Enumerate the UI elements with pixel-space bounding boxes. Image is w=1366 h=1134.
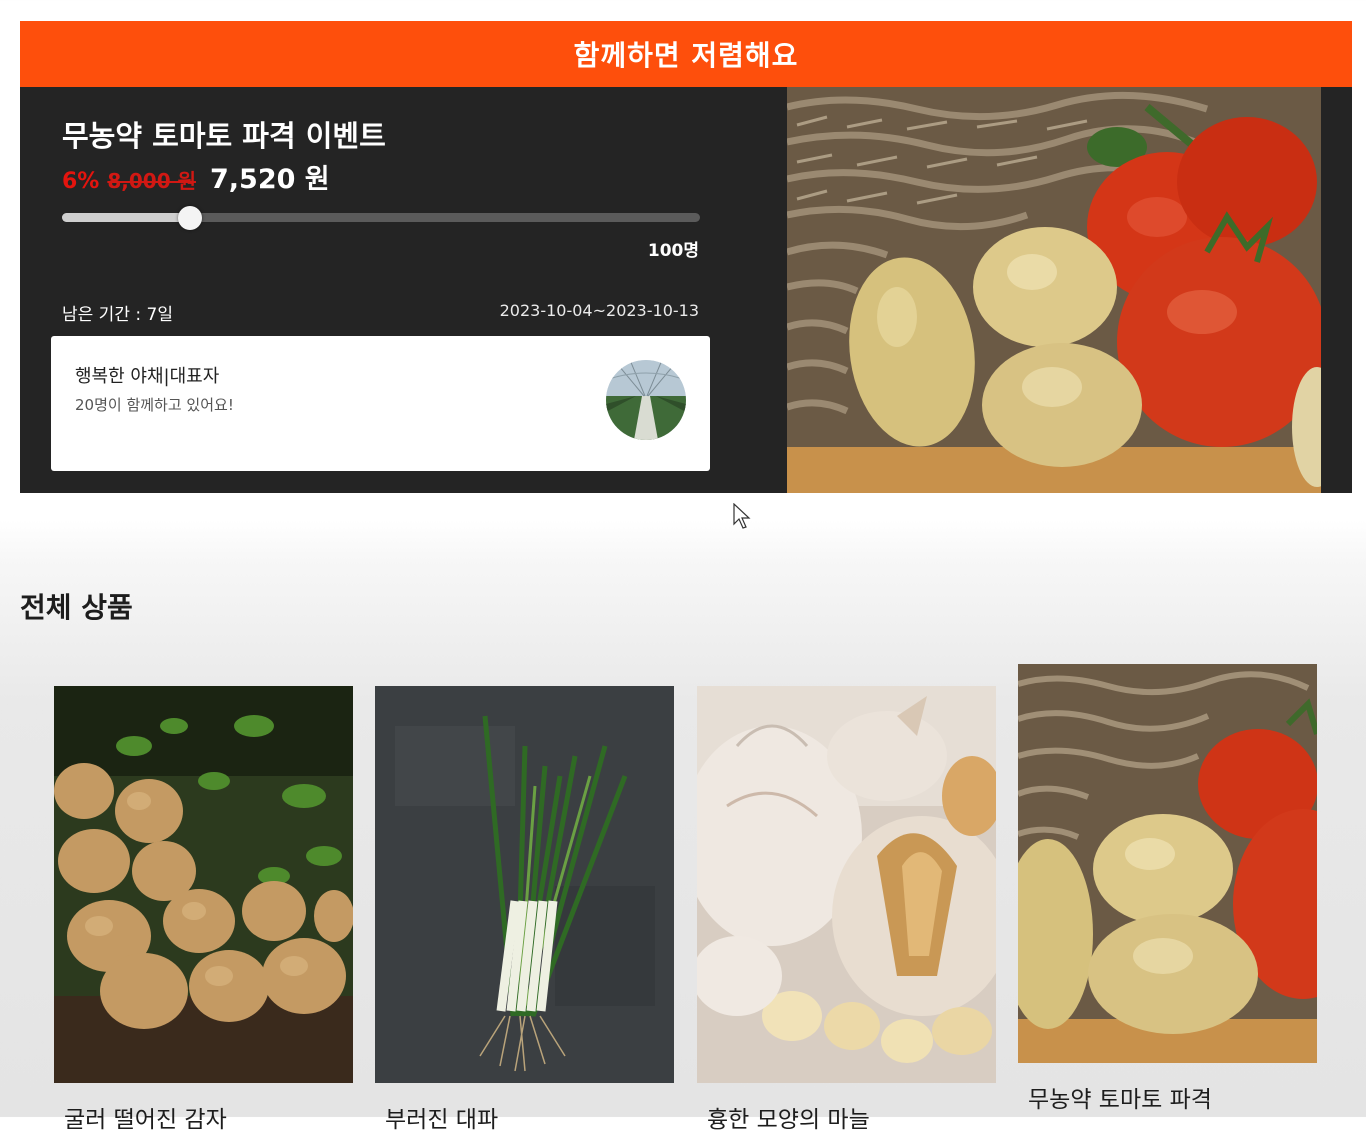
price-row: 6% 8,000 원 7,520 원 [62, 157, 330, 196]
garlic-photo-icon [697, 686, 996, 1083]
seller-card[interactable]: 행복한 야채|대표자 20명이 함께하고 있어요! [51, 336, 710, 471]
tomato-potato-photo-icon [787, 87, 1321, 493]
product-name[interactable]: 부러진 대파 [385, 1100, 498, 1134]
product-image[interactable] [1018, 664, 1317, 1063]
discount-rate: 6% [62, 169, 100, 194]
mouse-cursor-icon [733, 503, 751, 529]
remaining-period: 남은 기간 : 7일 [62, 305, 173, 325]
greenhouse-photo-icon [606, 360, 686, 440]
product-card[interactable]: 흉한 모양의 마늘 [697, 686, 996, 1133]
sale-price: 7,520 원 [209, 164, 330, 195]
potato-photo-icon [54, 686, 353, 1083]
group-buy-banner-header: 함께하면 저렴해요 [20, 21, 1352, 87]
event-product-image[interactable] [787, 87, 1321, 493]
progress-fill [62, 213, 190, 222]
event-period-range: 2023-10-04~2023-10-13 [499, 301, 699, 320]
original-price: 8,000 원 [107, 169, 196, 193]
product-image[interactable] [697, 686, 996, 1083]
product-card[interactable]: 굴러 떨어진 감자 [54, 686, 353, 1133]
goal-count: 100명 [647, 241, 699, 261]
progress-handle [177, 205, 202, 230]
product-name[interactable]: 흉한 모양의 마늘 [707, 1100, 870, 1134]
tomato-potato-photo-icon [1018, 664, 1317, 1063]
event-title[interactable]: 무농약 토마토 파격 이벤트 [62, 113, 386, 155]
event-info-panel: 무농약 토마토 파격 이벤트 6% 8,000 원 7,520 원 100명 남… [20, 87, 787, 493]
product-card[interactable]: 부러진 대파 [375, 686, 674, 1133]
product-image[interactable] [375, 686, 674, 1083]
product-card[interactable]: 무농약 토마토 파격 [1018, 664, 1317, 1113]
participant-count-text: 20명이 함께하고 있어요! [75, 396, 234, 414]
product-name[interactable]: 굴러 떨어진 감자 [64, 1100, 227, 1134]
product-name[interactable]: 무농약 토마토 파격 [1028, 1080, 1212, 1114]
section-title-all-products: 전체 상품 [20, 591, 133, 624]
product-image[interactable] [54, 686, 353, 1083]
green-onion-photo-icon [375, 686, 674, 1083]
participation-progress-bar [62, 205, 700, 230]
banner-header-title: 함께하면 저렴해요 [573, 39, 799, 72]
seller-name: 행복한 야채|대표자 [75, 366, 220, 387]
group-buy-banner[interactable]: 무농약 토마토 파격 이벤트 6% 8,000 원 7,520 원 100명 남… [20, 87, 1352, 493]
seller-avatar[interactable] [606, 360, 686, 440]
